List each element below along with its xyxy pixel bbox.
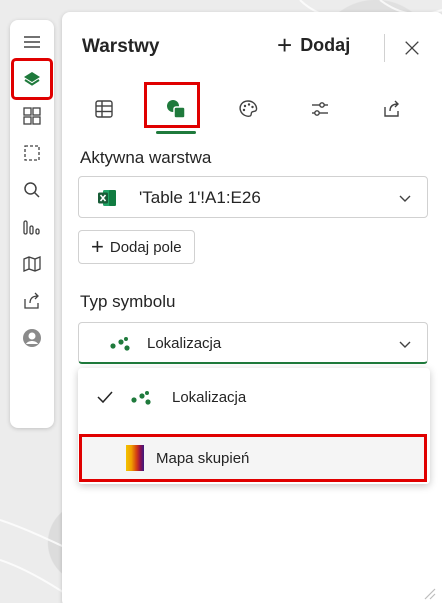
panel-tabs: [68, 86, 428, 136]
close-icon: [405, 41, 419, 55]
tab-symbols[interactable]: [140, 86, 212, 134]
symbol-type-dropdown[interactable]: Lokalizacja: [78, 322, 428, 364]
palette-icon: [239, 100, 258, 117]
menu-icon[interactable]: [14, 24, 50, 60]
close-button[interactable]: [398, 34, 426, 62]
tab-settings[interactable]: [284, 86, 356, 132]
left-toolbar: [10, 20, 54, 428]
chevron-down-icon: [399, 341, 411, 348]
menu-item-location[interactable]: Lokalizacja: [78, 376, 430, 420]
panel-title: Warstwy: [82, 36, 160, 57]
table-icon: [95, 100, 113, 118]
menu-item-label: Lokalizacja: [172, 389, 247, 406]
tab-data-table[interactable]: [68, 86, 140, 132]
plus-icon: +: [277, 30, 293, 60]
resize-handle-icon[interactable]: [422, 586, 436, 600]
tab-share[interactable]: [356, 86, 428, 132]
checkmark-icon: [97, 391, 113, 404]
map-icon[interactable]: [14, 246, 50, 282]
tab-colors[interactable]: [212, 86, 284, 132]
layers-icon[interactable]: [11, 58, 53, 100]
dots-icon: [131, 391, 151, 405]
grid-icon[interactable]: [14, 98, 50, 134]
header-divider: [384, 34, 385, 62]
plus-icon: +: [91, 234, 104, 259]
add-layer-button[interactable]: + Dodaj: [277, 32, 350, 58]
shapes-icon: [167, 100, 186, 119]
layers-panel: Warstwy + Dodaj Aktywna warstwa 'Table 1…: [62, 12, 442, 603]
active-layer-label: Aktywna warstwa: [80, 148, 212, 167]
symbol-type-label: Typ symbolu: [80, 292, 176, 311]
add-field-label: Dodaj pole: [109, 238, 182, 256]
select-area-icon[interactable]: [14, 135, 50, 171]
dots-icon: [110, 337, 130, 351]
settings-sliders-icon: [312, 102, 328, 116]
chevron-down-icon: [399, 195, 411, 202]
active-layer-value: 'Table 1'!A1:E26: [139, 188, 261, 207]
share-icon: [384, 100, 399, 117]
excel-icon: [98, 190, 116, 206]
symbol-type-value: Lokalizacja: [147, 335, 222, 352]
add-layer-label: Dodaj: [300, 34, 351, 55]
share-icon[interactable]: [14, 283, 50, 319]
avatar[interactable]: [14, 320, 50, 356]
chart-icon[interactable]: [14, 209, 50, 245]
search-icon[interactable]: [14, 172, 50, 208]
add-field-button[interactable]: + Dodaj pole: [78, 230, 195, 264]
symbol-type-menu: Lokalizacja: [78, 368, 430, 484]
active-layer-dropdown[interactable]: 'Table 1'!A1:E26: [78, 176, 428, 218]
